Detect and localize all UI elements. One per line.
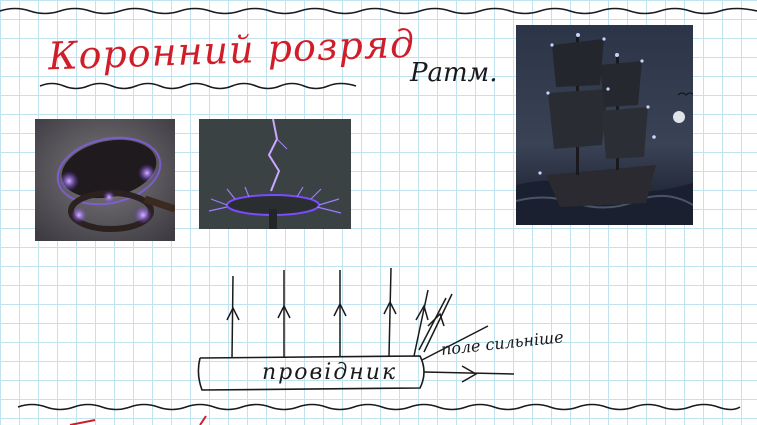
bottom-wavy-line [17,403,741,411]
title-underline [39,82,357,90]
top-wavy-line [0,7,757,15]
corona-disk-photo [199,119,351,229]
ship-st-elmo-fire-photo [516,25,693,225]
conductor-label: провідник [262,360,398,385]
corona-ring-photo [35,119,175,241]
red-bottom-mark [69,415,207,425]
side-note: Ратм. [410,58,498,88]
corona-ring-image [35,119,175,241]
corona-disk-image [199,119,351,229]
ship-image [516,25,693,225]
